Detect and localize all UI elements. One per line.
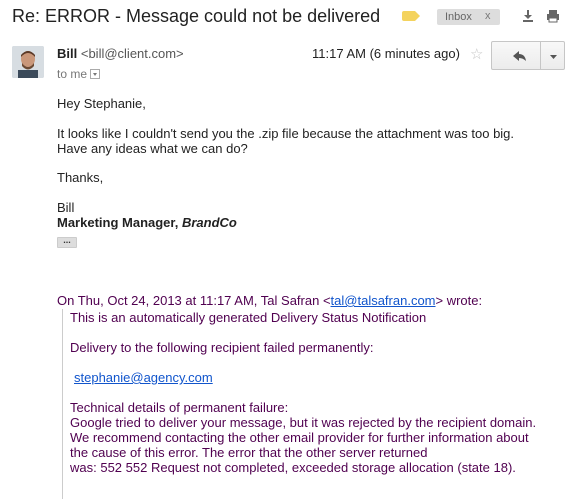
star-icon[interactable]: ☆: [470, 45, 483, 63]
quoted-sender-email-link[interactable]: tal@talsafran.com: [331, 293, 436, 308]
quote-header-suffix: > wrote:: [435, 293, 483, 308]
message-time: 11:17 AM (6 minutes ago): [312, 46, 460, 61]
signature-company: BrandCo: [181, 215, 237, 230]
quote-header: On Thu, Oct 24, 2013 at 11:17 AM, Tal Sa…: [57, 293, 482, 308]
show-trimmed-content-button[interactable]: ...: [57, 236, 77, 248]
details-line-1: Google tried to deliver your message, bu…: [70, 415, 537, 430]
print-icon[interactable]: [545, 8, 561, 24]
email-subject: Re: ERROR - Message could not be deliver…: [12, 6, 381, 26]
quote-header-prefix: On Thu, Oct 24, 2013 at 11:17 AM, Tal Sa…: [57, 293, 331, 308]
details-line-2: We recommend contacting the other email …: [70, 430, 529, 445]
details-title: Technical details of permanent failure:: [70, 400, 289, 415]
greeting-text: Hey Stephanie,: [57, 96, 146, 111]
sender-email: <bill@client.com>: [80, 46, 184, 61]
inbox-label-text: Inbox: [445, 11, 472, 23]
avatar[interactable]: [12, 46, 44, 78]
sender-info[interactable]: Bill <bill@client.com>: [57, 46, 184, 61]
reply-button[interactable]: [491, 41, 541, 70]
download-icon[interactable]: [520, 8, 536, 24]
signature-title: Marketing Manager, BrandCo: [57, 215, 237, 230]
reply-arrow-icon: [513, 51, 526, 61]
signature-name: Bill: [57, 200, 75, 215]
details-dropdown-icon[interactable]: [90, 69, 101, 79]
label-tag-icon[interactable]: [402, 11, 420, 21]
recipient-text: to me: [57, 67, 88, 81]
quoted-line-2: Delivery to the following recipient fail…: [70, 340, 374, 355]
subject-bar: Re: ERROR - Message could not be deliver…: [0, 0, 570, 36]
signature-role: Marketing Manager,: [57, 215, 182, 230]
details-line-3: the cause of this error. The error that …: [70, 445, 428, 460]
sender-name[interactable]: Bill: [57, 46, 77, 61]
failed-recipient-email-link[interactable]: stephanie@agency.com: [74, 370, 213, 385]
quote-bar: [62, 309, 63, 499]
body-line-2: Have any ideas what we can do?: [57, 141, 248, 156]
quoted-line-1: This is an automatically generated Deliv…: [70, 310, 427, 325]
inbox-label-chip[interactable]: Inbox x: [437, 9, 500, 25]
recipient-details[interactable]: to me: [57, 67, 101, 81]
quoted-recipient-link-wrap: stephanie@agency.com: [74, 370, 213, 385]
body-line-1: It looks like I couldn't send you the .z…: [57, 126, 515, 141]
closing-text: Thanks,: [57, 170, 104, 185]
details-line-4: was: 552 552 Request not completed, exce…: [70, 460, 516, 475]
more-options-button[interactable]: [540, 41, 565, 70]
chevron-down-icon: [550, 55, 557, 59]
remove-label-button[interactable]: x: [485, 10, 491, 22]
